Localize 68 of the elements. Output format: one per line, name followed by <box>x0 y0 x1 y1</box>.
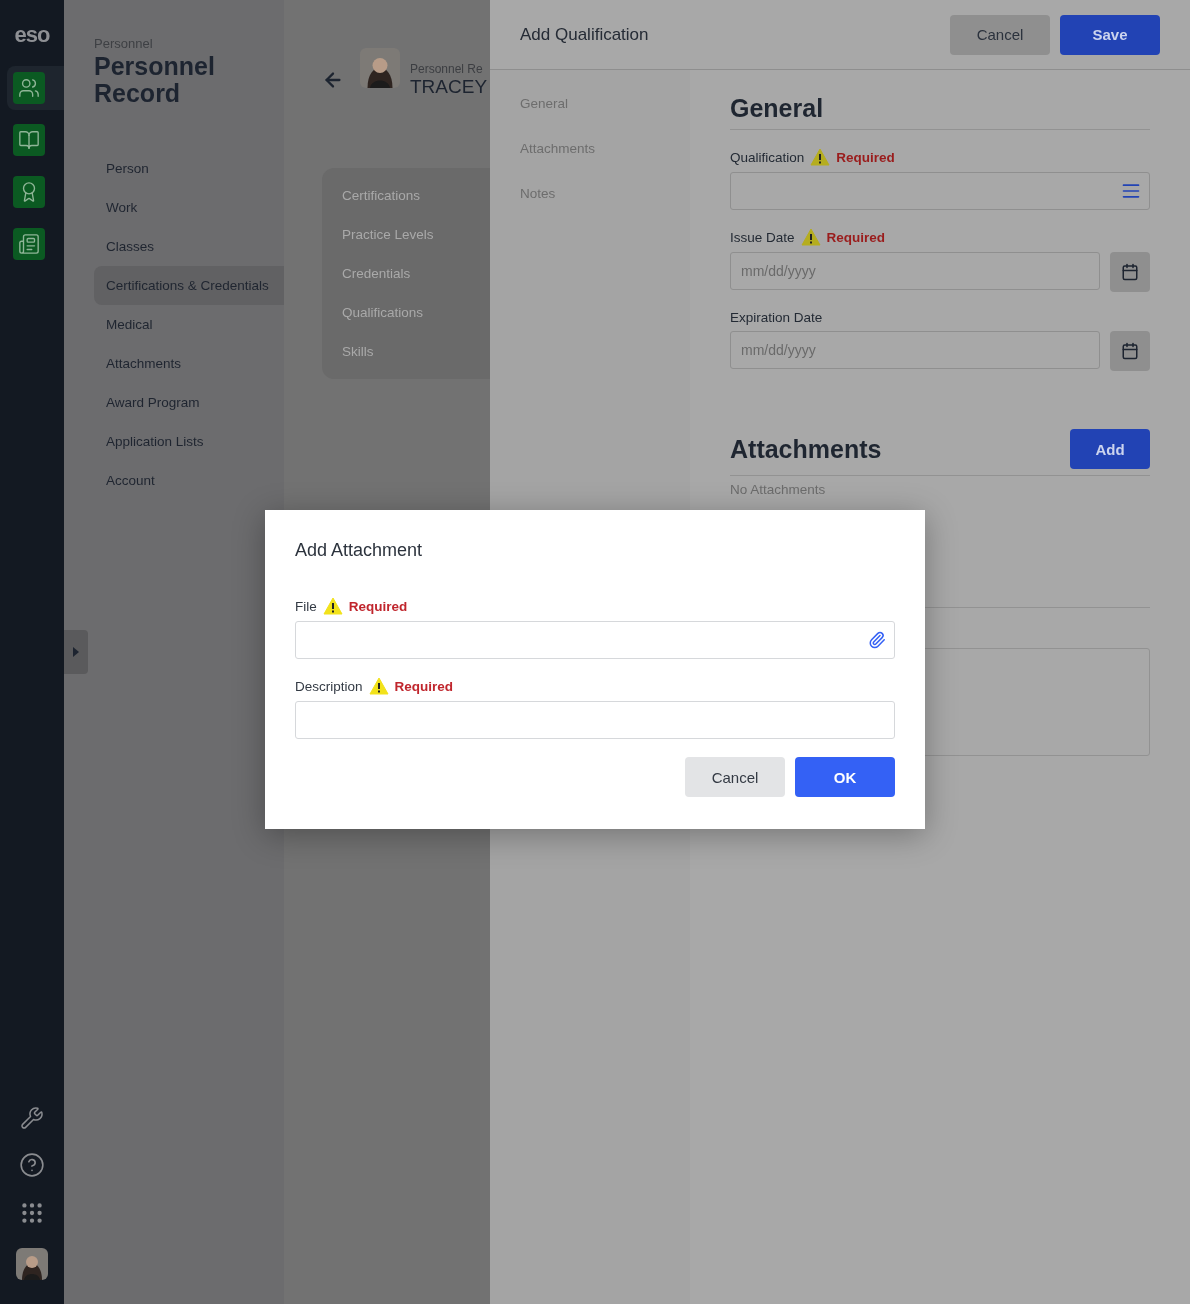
section-heading: Attachments <box>730 434 882 464</box>
active-app-tab[interactable] <box>7 66 67 110</box>
drawer-title: Add Qualification <box>520 24 650 45</box>
sub-nav-item[interactable]: Certifications <box>342 176 421 215</box>
cancel-button[interactable]: Cancel <box>685 757 785 797</box>
empty-message: No Attachments <box>730 482 827 497</box>
description-field[interactable] <box>295 701 895 739</box>
warning-icon <box>322 597 343 615</box>
required-note: Required <box>826 229 886 245</box>
nav-item[interactable]: Attachments <box>94 344 284 383</box>
help-button[interactable] <box>19 1152 45 1178</box>
page-title: Personnel Record <box>94 53 216 107</box>
field-label: Description <box>295 678 363 694</box>
avatar[interactable] <box>16 1248 48 1280</box>
warning-icon <box>810 148 831 166</box>
sub-nav-item[interactable]: Practice Levels <box>342 215 434 254</box>
app-button[interactable] <box>13 176 45 208</box>
warning-icon <box>800 228 821 246</box>
sub-nav-item[interactable]: Skills <box>342 332 374 371</box>
required-note: Required <box>394 678 454 694</box>
people-icon <box>18 77 40 99</box>
sub-nav-item[interactable]: Qualifications <box>342 293 424 332</box>
file-field[interactable] <box>295 621 895 659</box>
book-icon <box>18 129 40 151</box>
nav-item[interactable]: Account <box>94 461 284 500</box>
avatar[interactable] <box>360 48 400 88</box>
cancel-button[interactable]: Cancel <box>950 14 1050 55</box>
calendar-icon <box>1121 342 1139 360</box>
sub-nav-item[interactable]: Credentials <box>342 254 411 293</box>
settings-button[interactable] <box>20 1106 44 1130</box>
app-button[interactable] <box>13 124 45 156</box>
paperclip-icon <box>868 631 886 649</box>
nav-item[interactable]: Medical <box>94 305 284 344</box>
required-note: Required <box>836 149 895 165</box>
caret-icon <box>73 647 79 657</box>
newspaper-icon <box>18 233 40 255</box>
app-button[interactable] <box>13 228 45 260</box>
field-label: Issue Date <box>730 229 795 245</box>
wrench-icon <box>20 1106 44 1130</box>
date-field[interactable]: mm/dd/yyyy <box>730 252 1100 290</box>
nav-item[interactable]: Application Lists <box>94 422 284 461</box>
nav-item[interactable]: Person <box>94 149 284 188</box>
nav-item[interactable]: Classes <box>94 227 284 266</box>
section-heading: General <box>730 94 824 123</box>
logo[interactable]: eso <box>14 22 50 48</box>
date-field[interactable]: mm/dd/yyyy <box>730 331 1100 369</box>
nav-item[interactable]: Certifications & Credentials <box>94 266 284 305</box>
required-note: Required <box>348 598 408 614</box>
dialog-title: Add Attachment <box>295 540 424 561</box>
person-name: TRACEY <box>410 76 488 98</box>
ok-button[interactable]: OK <box>795 757 895 797</box>
expand-button[interactable] <box>64 630 88 674</box>
nav-item[interactable]: Award Program <box>94 383 284 422</box>
add-button[interactable]: Add <box>1070 429 1150 469</box>
app-button[interactable] <box>13 72 45 104</box>
field-label: File <box>295 598 317 614</box>
apps-button[interactable] <box>19 1200 45 1226</box>
save-button[interactable]: Save <box>1060 14 1160 55</box>
list-icon <box>1121 181 1141 201</box>
grid-dots-icon <box>19 1200 45 1226</box>
warning-icon <box>368 677 389 695</box>
nav-item[interactable]: Work <box>94 188 284 227</box>
field-label: Qualification <box>730 149 805 165</box>
calendar-button[interactable] <box>1110 331 1150 371</box>
help-icon <box>19 1152 45 1178</box>
field-label: Expiration Date <box>730 310 823 325</box>
calendar-button[interactable] <box>1110 252 1150 292</box>
calendar-icon <box>1121 263 1139 281</box>
